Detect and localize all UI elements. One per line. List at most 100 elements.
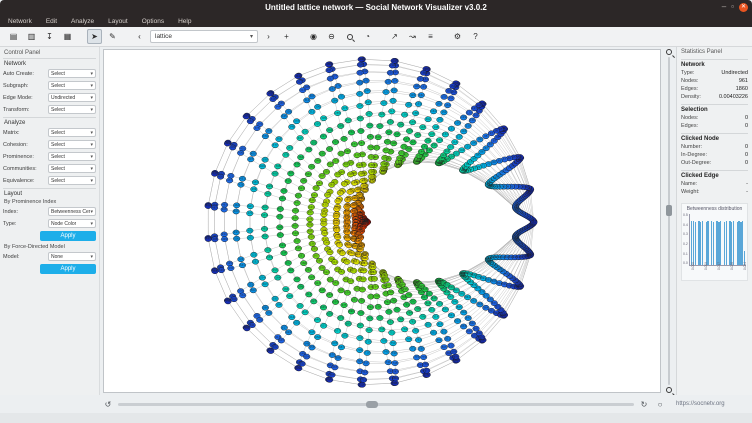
transform-combobox[interactable]: Select▾ — [48, 105, 96, 114]
new-network-icon[interactable]: ▤ — [6, 29, 21, 44]
close-button[interactable]: ✕ — [739, 3, 748, 12]
stat-value: 961 — [739, 78, 748, 84]
stats-network-title: Network — [681, 62, 748, 68]
control-panel: Control Panel Network Auto Create: Selec… — [0, 47, 100, 395]
stat-label: Out-Degree: — [681, 160, 711, 166]
window-controls: – ▫ ✕ — [722, 2, 748, 12]
combo-value: Betweenness Cer — [51, 209, 90, 215]
network-canvas[interactable] — [104, 50, 660, 390]
matrix-combobox[interactable]: Select▾ — [48, 128, 96, 137]
stat-value: 0 — [745, 144, 748, 150]
stat-value: 0 — [745, 115, 748, 121]
field-label: Matrix: — [3, 130, 20, 136]
minimize-button[interactable]: – — [722, 2, 726, 12]
zoom-slider-handle[interactable] — [666, 205, 672, 216]
filter-edges-icon[interactable]: ≡ — [423, 29, 438, 44]
chart-y-axis: 0.50.40.30.20.10.0 — [683, 214, 688, 266]
apply-force-button[interactable]: Apply — [40, 264, 96, 274]
next-relation-button[interactable]: › — [261, 29, 276, 44]
menu-options[interactable]: Options — [142, 18, 164, 25]
auto-create-row: Auto Create: Select▾ — [3, 69, 96, 78]
edit-mode-icon[interactable]: ✎ — [105, 29, 120, 44]
remove-edge-icon[interactable]: ↝ — [405, 29, 420, 44]
stats-selection-section: Selection Nodes:0 Edges:0 — [681, 104, 748, 131]
auto-create-combobox[interactable]: Select▾ — [48, 69, 96, 78]
chevron-down-icon: ▾ — [90, 95, 93, 101]
type-combobox[interactable]: Node Color▾ — [48, 219, 96, 228]
add-relation-button[interactable]: + — [279, 29, 294, 44]
stats-clicked-edge-section: Clicked Edge Name:- Weight:- — [681, 170, 748, 197]
menu-network[interactable]: Network — [8, 18, 32, 25]
stat-value: 0 — [745, 123, 748, 129]
statistics-panel-title: Statistics Panel — [681, 49, 748, 55]
communities-combobox[interactable]: Select▾ — [48, 164, 96, 173]
save-network-icon[interactable]: ↧ — [42, 29, 57, 44]
menubar: Network Edit Analyze Layout Options Help — [0, 15, 752, 27]
rotate-right-icon[interactable]: ↻ — [638, 400, 650, 409]
add-node-icon[interactable]: ◉ — [306, 29, 321, 44]
zoom-slider[interactable] — [668, 57, 670, 385]
remove-node-icon[interactable]: ⊖ — [324, 29, 339, 44]
website-link[interactable]: https://socnetv.org — [670, 401, 746, 407]
betweenness-distribution-chart[interactable]: Betweenness distribution 0.50.40.30.20.1… — [681, 203, 748, 281]
menu-layout[interactable]: Layout — [108, 18, 128, 25]
node-properties-icon[interactable]: ◔ — [360, 29, 375, 44]
combo-value: None — [51, 254, 63, 260]
edge-mode-combobox[interactable]: Undirected▾ — [48, 93, 96, 102]
prominence-combobox[interactable]: Select▾ — [48, 152, 96, 161]
combo-value: Select — [51, 71, 65, 77]
stat-value: Undirected — [721, 70, 748, 76]
rotation-slider-handle[interactable] — [366, 401, 378, 408]
stats-selection-title: Selection — [681, 107, 748, 113]
field-label: Auto Create: — [3, 71, 34, 77]
find-node-icon[interactable] — [342, 29, 357, 44]
chevron-down-icon: ▾ — [90, 130, 93, 136]
relation-combobox[interactable]: lattice ▾ — [150, 30, 258, 43]
stat-row: Name: - — [681, 181, 748, 187]
apply-prominence-button[interactable]: Apply — [40, 231, 96, 241]
prominence-index-subtitle: By Prominence Index — [4, 199, 96, 205]
model-combobox[interactable]: None▾ — [48, 252, 96, 261]
previous-relation-button[interactable]: ‹ — [132, 29, 147, 44]
stat-row: Nodes:0 — [681, 115, 748, 121]
zoom-out-icon[interactable] — [666, 387, 672, 393]
subgraph-combobox[interactable]: Select▾ — [48, 81, 96, 90]
titlebar: Untitled lattice network — Social Networ… — [0, 0, 752, 15]
equivalence-combobox[interactable]: Select▾ — [48, 176, 96, 185]
settings-icon[interactable]: ⚙ — [450, 29, 465, 44]
menu-analyze[interactable]: Analyze — [71, 18, 94, 25]
cohesion-combobox[interactable]: Select▾ — [48, 140, 96, 149]
help-icon[interactable]: ? — [468, 29, 483, 44]
print-network-icon[interactable]: ▦ — [60, 29, 75, 44]
stat-label: Weight: — [681, 189, 700, 195]
chart-bar — [707, 221, 708, 265]
reset-view-icon[interactable]: ○ — [654, 400, 666, 409]
search-icon — [347, 34, 353, 40]
network-section-title: Network — [4, 61, 96, 67]
force-directed-subtitle: By Force-Directed Model — [4, 244, 96, 250]
field-label: Type: — [3, 221, 16, 227]
maximize-button[interactable]: ▫ — [731, 2, 734, 12]
stat-label: In-Degree: — [681, 152, 707, 158]
add-edge-icon[interactable]: ↗ — [387, 29, 402, 44]
combo-value: Select — [51, 166, 65, 172]
rotation-slider[interactable] — [118, 403, 634, 406]
pointer-tool-icon[interactable]: ➤ — [87, 29, 102, 44]
chart-x-axis: 0.0000.0090.0170.0260.034 — [691, 266, 746, 278]
field-label: Transform: — [3, 107, 29, 113]
stat-value: - — [746, 181, 748, 187]
chart-body: 0.50.40.30.20.10.0 — [683, 214, 746, 266]
zoom-in-icon[interactable] — [666, 49, 672, 55]
index-combobox[interactable]: Betweenness Cer▾ — [48, 207, 96, 216]
stat-label: Name: — [681, 181, 697, 187]
menu-help[interactable]: Help — [178, 18, 191, 25]
stat-value: 0.00403226 — [719, 94, 748, 100]
stats-clicked-node-section: Clicked Node Number:0 In-Degree:0 Out-De… — [681, 133, 748, 168]
combo-value: Select — [51, 107, 65, 113]
graph-canvas-area — [103, 49, 661, 393]
chevron-down-icon: ▾ — [90, 221, 93, 227]
menu-edit[interactable]: Edit — [46, 18, 57, 25]
open-network-icon[interactable]: ▥ — [24, 29, 39, 44]
network-section: Network Auto Create: Select▾ Subgraph: S… — [3, 58, 96, 114]
rotate-left-icon[interactable]: ↺ — [102, 400, 114, 409]
